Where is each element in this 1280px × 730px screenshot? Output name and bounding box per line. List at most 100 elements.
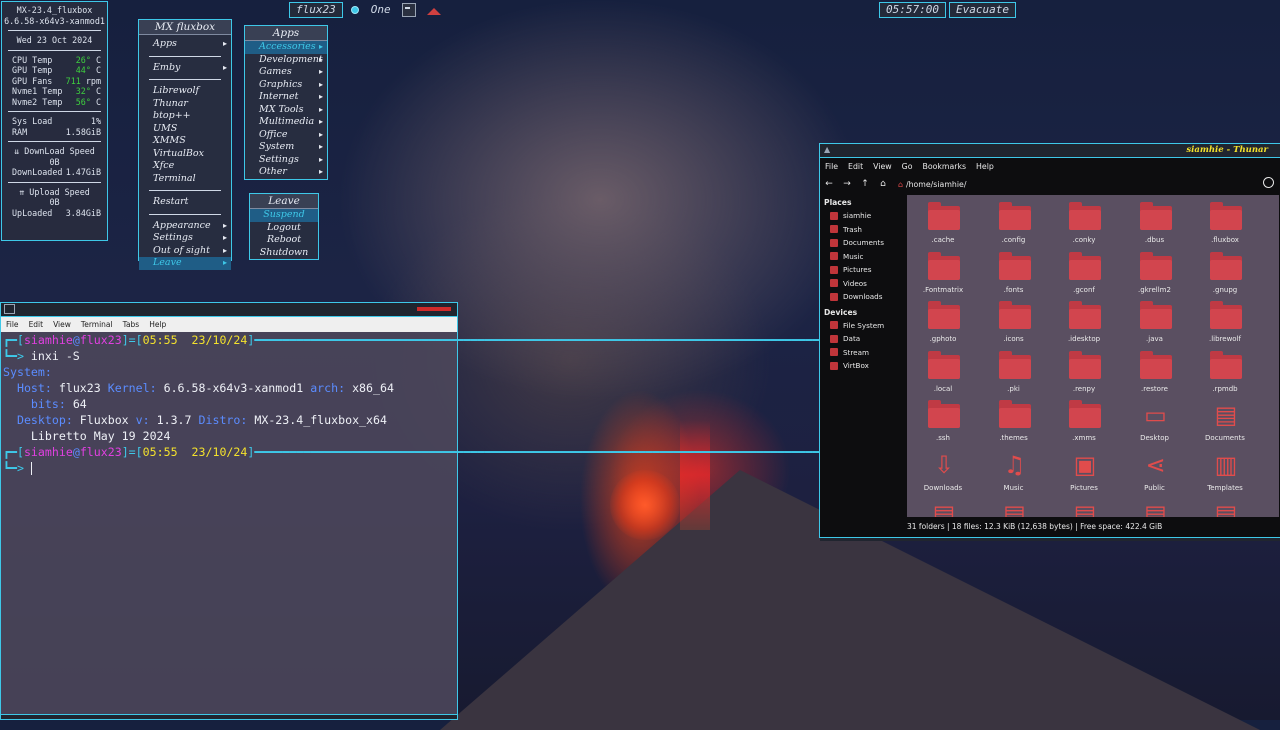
file-item[interactable]: .gphoto: [908, 299, 978, 348]
file-item[interactable]: .idesktop: [1049, 299, 1119, 348]
menu-file[interactable]: File: [820, 162, 843, 171]
menu-item-out-of-sight[interactable]: Out of sight: [139, 245, 231, 258]
sidebar-item-music[interactable]: Music: [820, 250, 906, 264]
menu-item-graphics[interactable]: Graphics: [245, 79, 327, 92]
file-item[interactable]: .config: [979, 200, 1049, 249]
terminal-launcher-icon[interactable]: [401, 3, 416, 17]
workspace-indicator-icon[interactable]: [350, 6, 359, 14]
menu-item-settings[interactable]: Settings: [139, 232, 231, 245]
sidebar-item-documents[interactable]: Documents: [820, 236, 906, 250]
menu-edit[interactable]: Edit: [24, 320, 49, 329]
menu-go[interactable]: Go: [897, 162, 918, 171]
menu-item-thunar[interactable]: Thunar: [139, 98, 231, 111]
thunar-titlebar[interactable]: ▲ siamhie - Thunar: [820, 144, 1280, 158]
menu-item-btop[interactable]: btop++: [139, 110, 231, 123]
file-item[interactable]: ▤: [1120, 497, 1190, 517]
menu-item-development[interactable]: Development: [245, 54, 327, 67]
menu-view[interactable]: View: [868, 162, 897, 171]
file-item[interactable]: ▤: [1190, 497, 1260, 517]
menu-item-multimedia[interactable]: Multimedia: [245, 116, 327, 129]
file-item[interactable]: .java: [1120, 299, 1190, 348]
menu-tabs[interactable]: Tabs: [118, 320, 145, 329]
file-item[interactable]: ▤: [1049, 497, 1119, 517]
menu-edit[interactable]: Edit: [843, 162, 868, 171]
terminal-titlebar[interactable]: [1, 303, 457, 317]
file-item[interactable]: ▤ Documents: [1190, 398, 1260, 447]
sidebar-item-file-system[interactable]: File System: [820, 319, 906, 333]
sidebar-item-virtbox[interactable]: VirtBox: [820, 359, 906, 373]
menu-item-system[interactable]: System: [245, 141, 327, 154]
menu-item-appearance[interactable]: Appearance: [139, 220, 231, 233]
file-item[interactable]: ▭ Desktop: [1120, 398, 1190, 447]
file-item[interactable]: ▣ Pictures: [1049, 448, 1119, 497]
file-grid[interactable]: .cache .config .conky .dbus .fluxbox .Fontmat…: [907, 195, 1279, 517]
menu-item-office[interactable]: Office: [245, 129, 327, 142]
menu-item-shutdown[interactable]: Shutdown: [250, 247, 318, 260]
file-item[interactable]: .renpy: [1049, 349, 1119, 398]
file-item[interactable]: ▥ Templates: [1190, 448, 1260, 497]
file-item[interactable]: ▤: [979, 497, 1049, 517]
menu-item-suspend[interactable]: Suspend: [250, 209, 318, 222]
menu-item-virtualbox[interactable]: VirtualBox: [139, 148, 231, 161]
file-item[interactable]: .icons: [979, 299, 1049, 348]
menu-item-xmms[interactable]: XMMS: [139, 135, 231, 148]
menu-item-internet[interactable]: Internet: [245, 91, 327, 104]
file-item[interactable]: .xmms: [1049, 398, 1119, 447]
menu-item-ums[interactable]: UMS: [139, 123, 231, 136]
file-item[interactable]: .cache: [908, 200, 978, 249]
sidebar-item-videos[interactable]: Videos: [820, 277, 906, 291]
workspace-label[interactable]: One: [367, 2, 395, 18]
shade-icon[interactable]: ▲: [824, 146, 830, 154]
menu-item-leave[interactable]: Leave: [139, 257, 231, 270]
menu-item-accessories[interactable]: Accessories: [245, 41, 327, 54]
sidebar-item-downloads[interactable]: Downloads: [820, 290, 906, 304]
file-item[interactable]: .librewolf: [1190, 299, 1260, 348]
menu-item-reboot[interactable]: Reboot: [250, 234, 318, 247]
file-item[interactable]: ♫ Music: [979, 448, 1049, 497]
sidebar-item-stream[interactable]: Stream: [820, 346, 906, 360]
file-item[interactable]: .dbus: [1120, 200, 1190, 249]
menu-view[interactable]: View: [48, 320, 76, 329]
location-path[interactable]: /home/siamhie/: [898, 180, 967, 189]
menu-item-mx-tools[interactable]: MX Tools: [245, 104, 327, 117]
menu-help[interactable]: Help: [144, 320, 171, 329]
evacuate-button[interactable]: Evacuate: [948, 2, 1016, 18]
input-line[interactable]: ┗━>: [3, 460, 455, 476]
file-item[interactable]: .gnupg: [1190, 250, 1260, 299]
file-item[interactable]: .conky: [1049, 200, 1119, 249]
up-arrow-icon[interactable]: ↑: [856, 179, 874, 189]
sidebar-item-home[interactable]: siamhie: [820, 209, 906, 223]
menu-item-logout[interactable]: Logout: [250, 222, 318, 235]
menu-bookmarks[interactable]: Bookmarks: [917, 162, 971, 171]
home-launcher-icon[interactable]: [426, 7, 441, 15]
file-item[interactable]: .gkrellm2: [1120, 250, 1190, 299]
file-item[interactable]: .rpmdb: [1190, 349, 1260, 398]
search-icon[interactable]: [1263, 177, 1274, 188]
file-item[interactable]: .themes: [979, 398, 1049, 447]
file-item[interactable]: .fluxbox: [1190, 200, 1260, 249]
sidebar-item-data[interactable]: Data: [820, 332, 906, 346]
menu-item-other[interactable]: Other: [245, 166, 327, 179]
file-item[interactable]: ⋖ Public: [1120, 448, 1190, 497]
menu-item-games[interactable]: Games: [245, 66, 327, 79]
file-item[interactable]: .gconf: [1049, 250, 1119, 299]
menu-item-librewolf[interactable]: Librewolf: [139, 85, 231, 98]
terminal-output[interactable]: ┏━[siamhie@flux23]=[05:55 23/10/24]━━━━━…: [1, 332, 848, 476]
file-item[interactable]: .restore: [1120, 349, 1190, 398]
back-arrow-icon[interactable]: ←: [820, 179, 838, 189]
close-button[interactable]: [417, 307, 451, 311]
menu-item-restart[interactable]: Restart: [139, 196, 231, 209]
home-icon[interactable]: ⌂: [874, 179, 892, 189]
menu-help[interactable]: Help: [971, 162, 999, 171]
forward-arrow-icon[interactable]: →: [838, 179, 856, 189]
menu-terminal[interactable]: Terminal: [76, 320, 118, 329]
menu-item-apps[interactable]: Apps: [139, 38, 231, 51]
file-item[interactable]: .Fontmatrix: [908, 250, 978, 299]
file-item[interactable]: ▤: [908, 497, 978, 517]
menu-item-xfce-terminal[interactable]: Xfce Terminal: [139, 160, 231, 185]
menu-item-settings-apps[interactable]: Settings: [245, 154, 327, 167]
sidebar-item-trash[interactable]: Trash: [820, 223, 906, 237]
menu-item-emby[interactable]: Emby: [139, 62, 231, 75]
menu-file[interactable]: File: [1, 320, 24, 329]
file-item[interactable]: .ssh: [908, 398, 978, 447]
